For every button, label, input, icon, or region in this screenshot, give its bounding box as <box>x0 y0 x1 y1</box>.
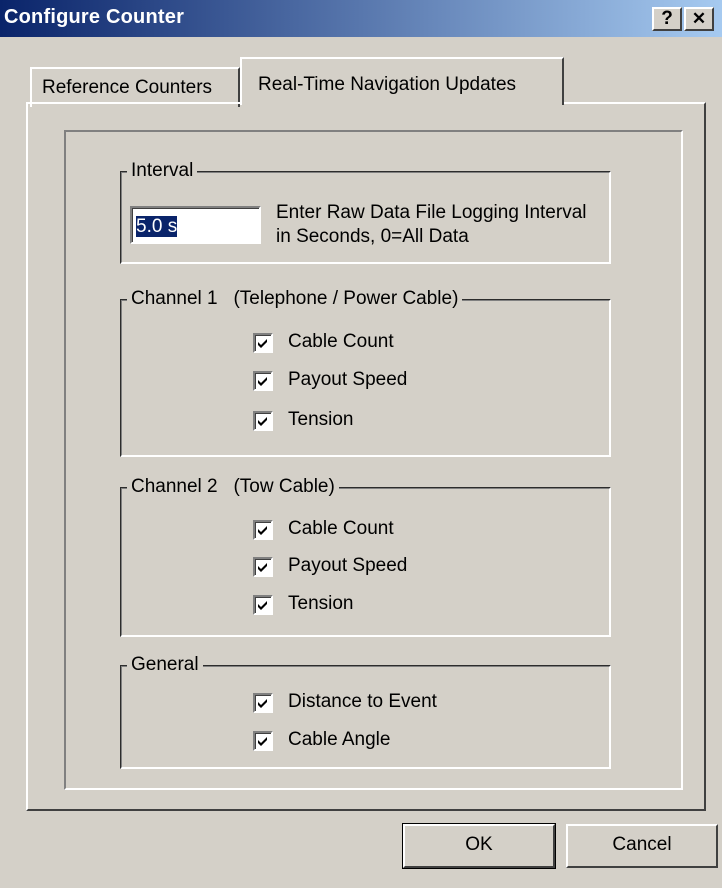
channel2-cable-count-checkbox[interactable] <box>253 520 273 540</box>
channel1-cable-count-label: Cable Count <box>288 331 394 352</box>
help-button[interactable]: ? <box>652 7 682 31</box>
channel1-legend: Channel 1 (Telephone / Power Cable) <box>127 288 463 310</box>
channel1-tension-checkbox[interactable] <box>253 411 273 431</box>
general-group: General <box>120 654 611 769</box>
checkmark-icon <box>258 563 267 572</box>
channel2-legend: Channel 2 (Tow Cable) <box>127 476 339 498</box>
channel2-cable-count-label: Cable Count <box>288 518 394 539</box>
channel2-payout-speed-checkbox[interactable] <box>253 557 273 577</box>
channel1-payout-speed-checkbox[interactable] <box>253 371 273 391</box>
tab-real-time-navigation-updates[interactable]: Real-Time Navigation Updates <box>240 57 564 105</box>
channel2-tension-label: Tension <box>288 593 354 614</box>
ok-button[interactable]: OK <box>402 823 556 869</box>
general-cable-angle-label: Cable Angle <box>288 729 391 750</box>
tab-reference-counters[interactable]: Reference Counters <box>30 67 240 107</box>
general-cable-angle-checkbox[interactable] <box>253 731 273 751</box>
checkmark-icon <box>258 526 267 535</box>
cancel-button[interactable]: Cancel <box>566 824 718 868</box>
checkmark-icon <box>258 377 267 386</box>
channel1-tension-label: Tension <box>288 409 354 430</box>
channel2-tension-checkbox[interactable] <box>253 595 273 615</box>
title-bar[interactable]: Configure Counter ? ✕ <box>0 0 722 37</box>
close-button[interactable]: ✕ <box>684 7 714 31</box>
checkmark-icon <box>258 417 267 426</box>
interval-legend: Interval <box>127 160 198 182</box>
channel1-cable-count-checkbox[interactable] <box>253 333 273 353</box>
tab-label: Reference Counters <box>42 77 213 98</box>
checkmark-icon <box>258 339 267 348</box>
interval-input[interactable]: 5.0 s <box>130 206 261 244</box>
channel1-payout-speed-label: Payout Speed <box>288 369 408 390</box>
checkmark-icon <box>258 737 267 746</box>
channel2-payout-speed-label: Payout Speed <box>288 555 408 576</box>
window-title: Configure Counter <box>4 6 185 28</box>
tab-label: Real-Time Navigation Updates <box>258 74 517 95</box>
general-legend: General <box>127 654 203 676</box>
general-distance-to-event-checkbox[interactable] <box>253 693 273 713</box>
checkmark-icon <box>258 699 267 708</box>
general-distance-to-event-label: Distance to Event <box>288 691 437 712</box>
interval-help-text: Enter Raw Data File Logging Interval in … <box>276 202 587 247</box>
cancel-button-label: Cancel <box>612 834 672 855</box>
checkmark-icon <box>258 601 267 610</box>
ok-button-label: OK <box>465 834 493 855</box>
interval-value: 5.0 s <box>136 216 178 237</box>
